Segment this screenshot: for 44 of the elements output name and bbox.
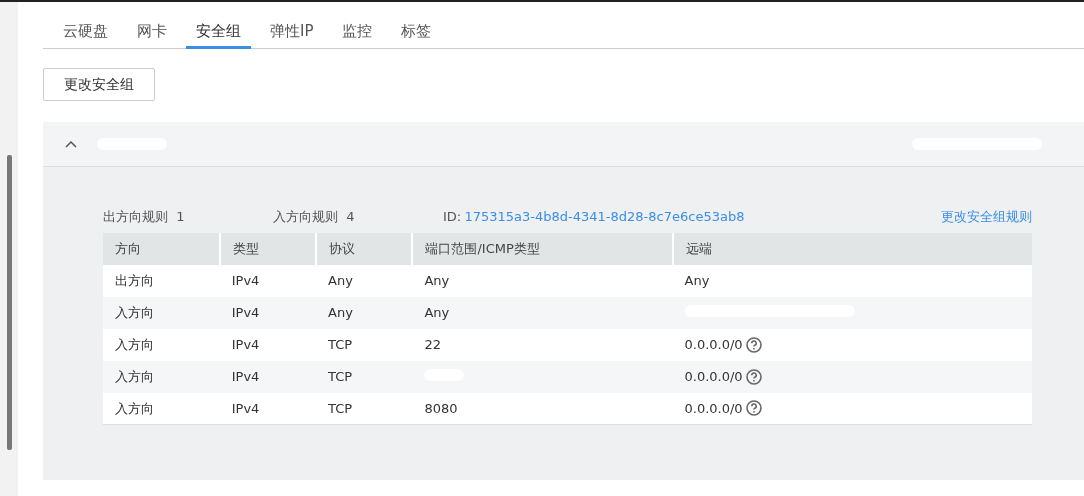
outbound-rules-label: 出方向规则 1 [103, 208, 186, 226]
column-header: 远端 [672, 232, 1032, 265]
tab[interactable]: 网卡 [127, 16, 177, 49]
table-cell: Any [316, 264, 413, 297]
change-security-group-button[interactable]: 更改安全组 [43, 68, 155, 101]
remote-address: 0.0.0.0/0 [684, 367, 743, 386]
table-cell: 8080 [412, 392, 673, 425]
help-icon[interactable] [745, 400, 762, 417]
table-cell: Any [412, 264, 673, 297]
table-cell: Any [316, 296, 413, 329]
column-header: 类型 [219, 232, 317, 265]
collapse-chevron-icon[interactable] [65, 140, 77, 148]
column-header: 端口范围/ICMP类型 [412, 232, 673, 265]
tab[interactable]: 安全组 [186, 16, 251, 49]
table-cell: Any [672, 264, 1032, 297]
help-icon[interactable] [745, 368, 762, 385]
security-group-id: 175315a3-4b8d-4341-8d28-8c7e6ce53ab8 [464, 208, 745, 226]
remote-address: 0.0.0.0/0 [684, 335, 743, 354]
column-header: 协议 [316, 232, 413, 265]
remote-address: 0.0.0.0/0 [684, 399, 743, 418]
table-cell: IPv4 [219, 296, 317, 329]
tab[interactable]: 标签 [391, 16, 442, 49]
table-cell: TCP [316, 360, 413, 393]
table-cell: IPv4 [219, 328, 317, 361]
tab[interactable]: 云硬盘 [53, 16, 118, 49]
table-cell: 22 [412, 328, 673, 361]
table-cell: IPv4 [219, 264, 317, 297]
table-cell: TCP [316, 328, 413, 361]
table-cell: 入方向 [103, 360, 220, 393]
table-cell: 入方向 [103, 328, 220, 361]
table-cell: 入方向 [103, 392, 220, 425]
tab[interactable]: 弹性IP [260, 16, 324, 49]
table-cell: TCP [316, 392, 413, 425]
table-cell: 入方向 [103, 296, 220, 329]
table-cell: IPv4 [219, 360, 317, 393]
inbound-rules-label: 入方向规则 4 [273, 208, 356, 226]
tab[interactable]: 监控 [332, 16, 383, 49]
table-cell: 出方向 [103, 264, 220, 297]
column-header: 方向 [103, 232, 220, 265]
id-label: ID: [443, 208, 462, 226]
help-icon[interactable] [745, 336, 762, 353]
table-cell: Any [412, 296, 673, 329]
table-cell: IPv4 [219, 392, 317, 425]
scrollbar-thumb[interactable] [6, 155, 12, 450]
